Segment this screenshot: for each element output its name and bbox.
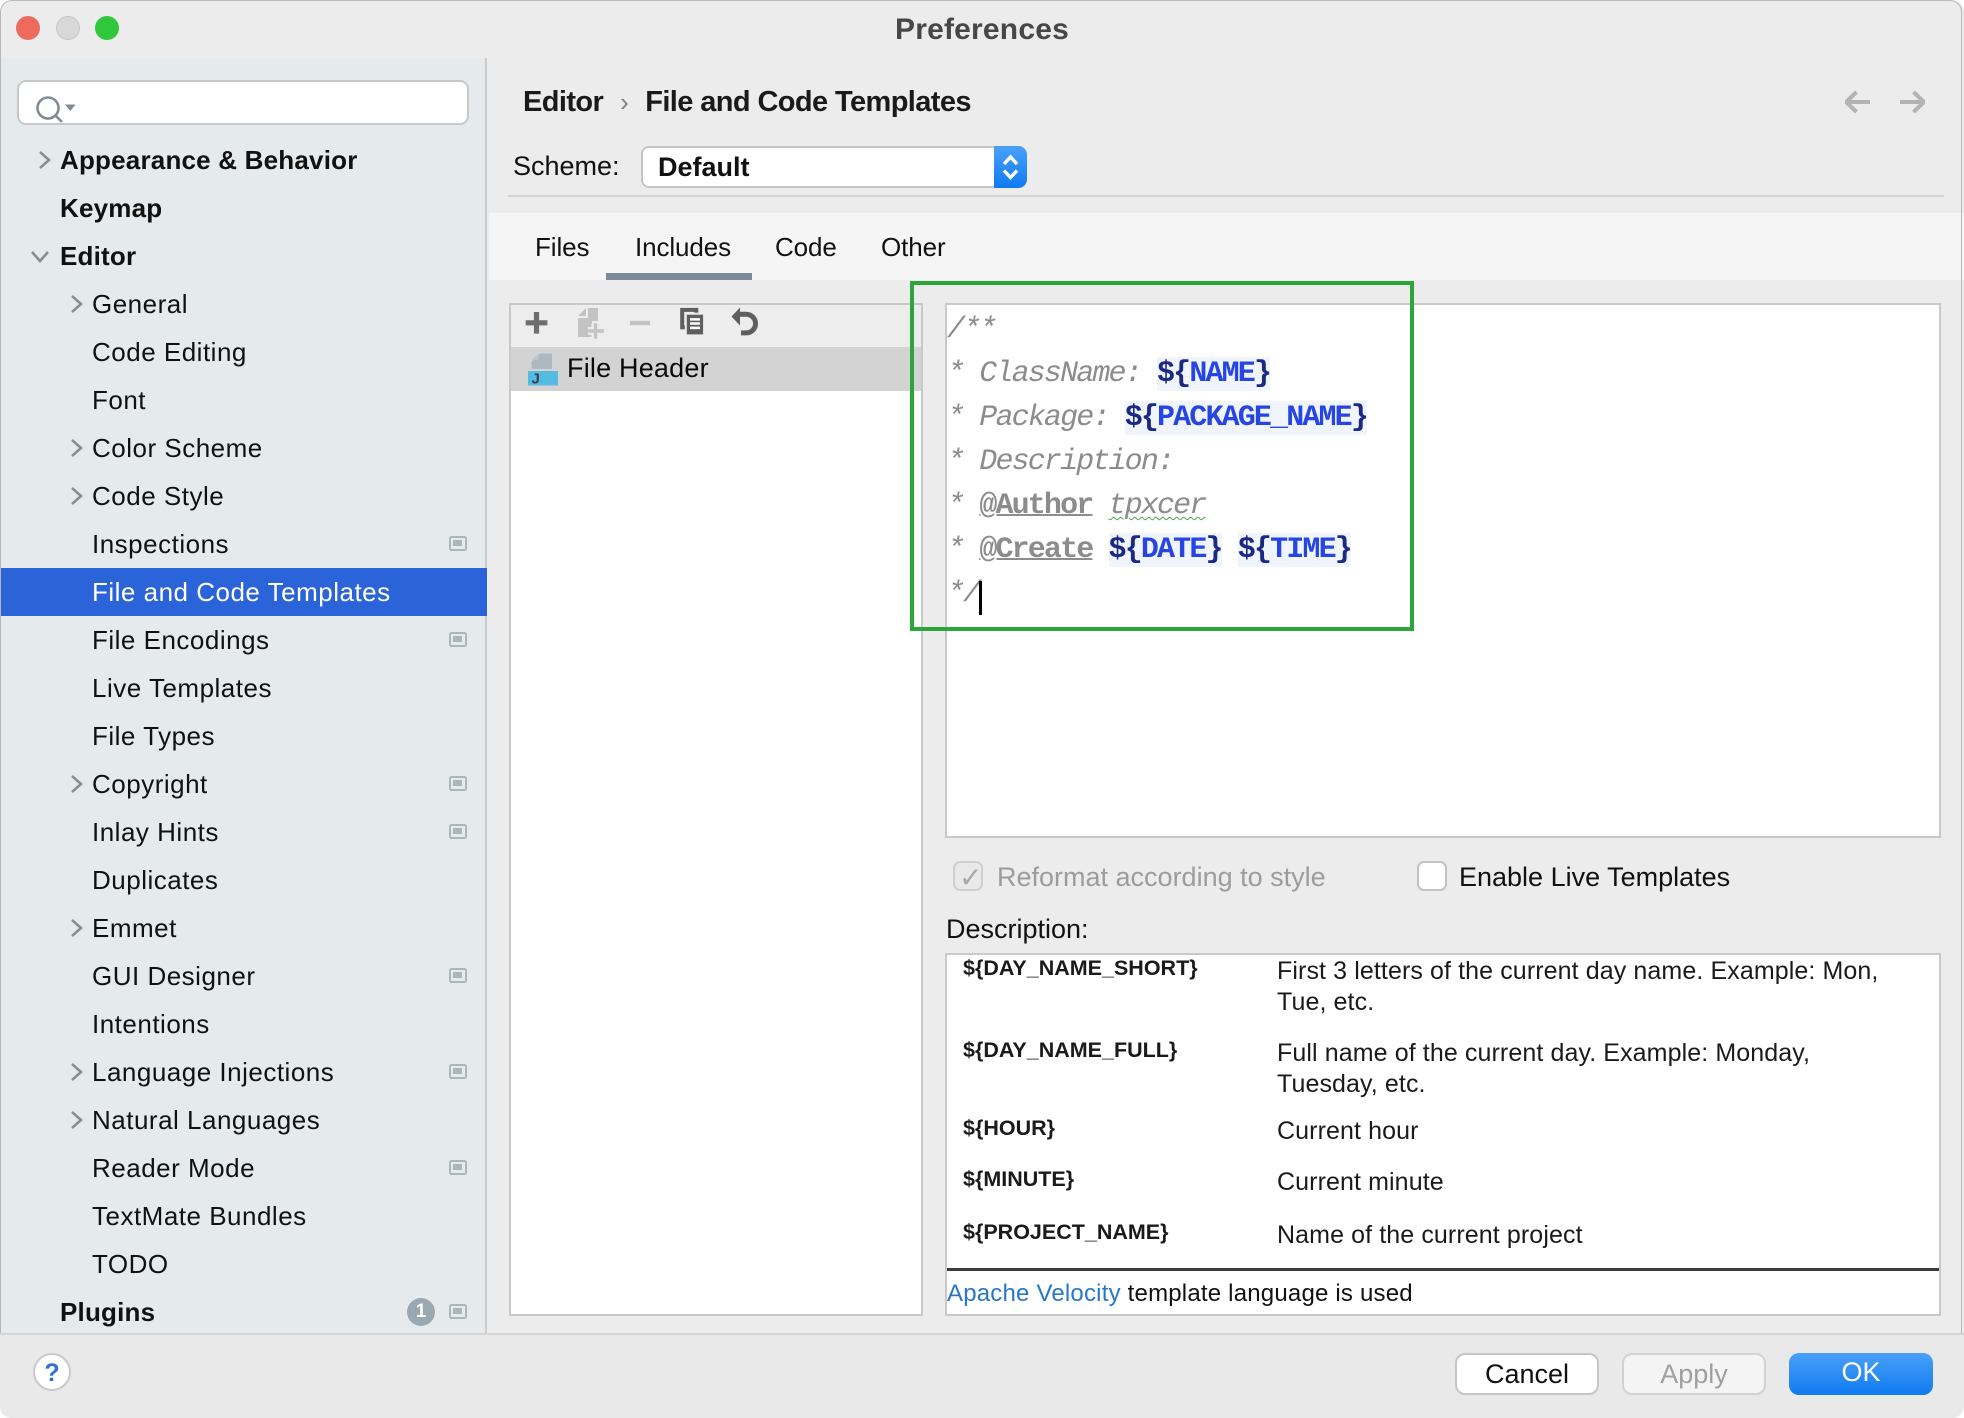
svg-text:J: J xyxy=(532,371,540,388)
